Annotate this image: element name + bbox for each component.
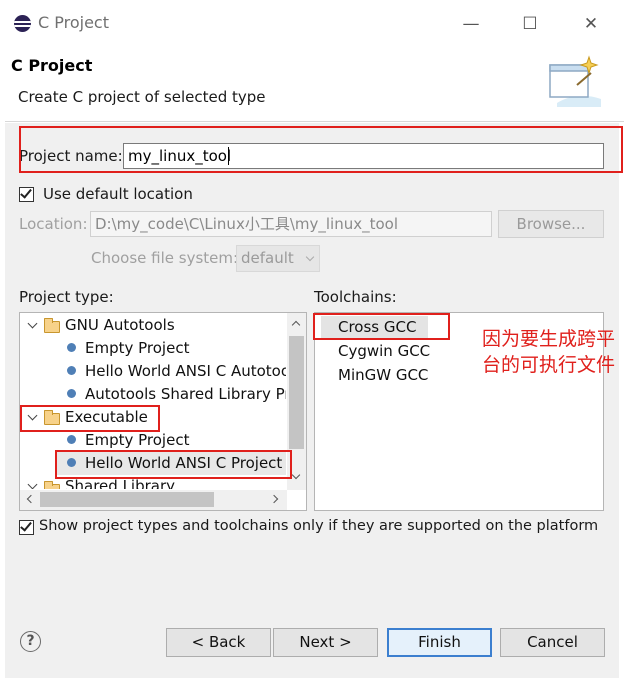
annotation-note: 因为要生成跨平台的可执行文件: [482, 328, 616, 376]
tree-item-empty-project-executable[interactable]: Empty Project: [85, 429, 189, 452]
project-type-label: Project type:: [19, 288, 114, 306]
minimize-button[interactable]: —: [456, 10, 486, 38]
project-template-icon: [67, 343, 76, 352]
tree-item-hello-world-autotools[interactable]: Hello World ANSI C Autotools Project: [85, 360, 286, 383]
location-label: Location:: [19, 215, 88, 233]
tree-item-gnu-autotools[interactable]: GNU Autotools: [65, 314, 175, 337]
show-supported-checkbox[interactable]: [19, 519, 34, 535]
toolchain-item-cygwin-gcc[interactable]: Cygwin GCC: [338, 340, 430, 363]
page-description: Create C project of selected type: [18, 88, 266, 106]
window-title: C Project: [38, 13, 109, 32]
chevron-right-icon[interactable]: [27, 479, 38, 489]
tree-item-autotools-shared-library[interactable]: Autotools Shared Library Project: [85, 383, 286, 406]
back-button[interactable]: < Back: [166, 628, 271, 657]
chevron-down-icon: [305, 252, 315, 262]
finish-button[interactable]: Finish: [387, 628, 492, 657]
toolchains-label: Toolchains:: [314, 288, 397, 306]
eclipse-icon: [14, 15, 31, 32]
maximize-button[interactable]: ☐: [515, 10, 545, 38]
folder-icon: [44, 481, 60, 489]
use-default-location-label: Use default location: [43, 185, 193, 203]
project-template-icon: [67, 366, 76, 375]
project-template-icon: [67, 435, 76, 444]
next-button[interactable]: Next >: [273, 628, 378, 657]
folder-open-icon: [44, 318, 60, 333]
project-template-icon: [67, 389, 76, 398]
dialog-header: [0, 48, 624, 122]
annotation-box-hello-world: [55, 450, 292, 479]
toolchain-item-mingw-gcc[interactable]: MinGW GCC: [338, 364, 428, 387]
annotation-box-executable: [20, 405, 160, 432]
page-title: C Project: [11, 56, 93, 75]
cancel-button[interactable]: Cancel: [500, 628, 605, 657]
new-project-wizard-icon: [549, 55, 601, 107]
file-system-label: Choose file system:: [91, 249, 239, 267]
file-system-value: default: [241, 249, 294, 267]
annotation-box-cross-gcc: [313, 313, 450, 340]
tree-item-empty-project-autotools[interactable]: Empty Project: [85, 337, 189, 360]
help-icon[interactable]: ?: [20, 631, 41, 652]
scrollbar-thumb[interactable]: [289, 336, 304, 449]
close-button[interactable]: ✕: [576, 10, 606, 38]
scrollbar-thumb[interactable]: [40, 492, 214, 507]
annotation-box-project-name: [19, 126, 623, 173]
file-system-select[interactable]: default: [236, 245, 320, 272]
use-default-location-checkbox[interactable]: [19, 186, 34, 202]
browse-button[interactable]: Browse...: [498, 210, 604, 238]
show-supported-label: Show project types and toolchains only i…: [39, 518, 599, 534]
location-input[interactable]: D:\my_code\C\Linux小工具\my_linux_tool: [90, 211, 492, 237]
